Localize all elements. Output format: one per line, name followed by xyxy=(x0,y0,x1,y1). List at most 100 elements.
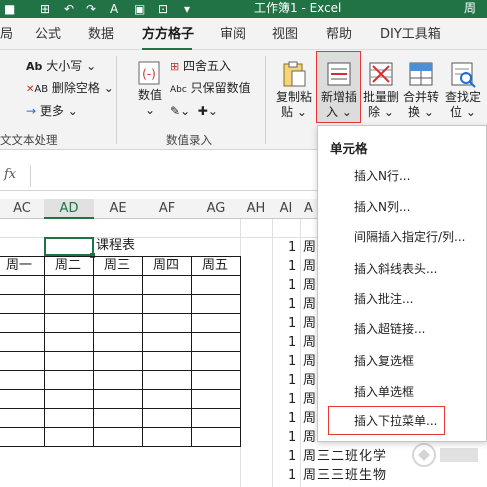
image-icon[interactable]: ▣ xyxy=(134,1,145,17)
chevron-down-icon: ⌄ xyxy=(383,105,394,119)
day-header: 周三 xyxy=(104,258,131,273)
chevron-down-icon: ⌄ xyxy=(341,105,352,119)
column-header[interactable]: AC xyxy=(0,199,44,219)
more-label: 更多 xyxy=(39,104,64,118)
find-locate-button[interactable]: 查找定 位 ⌄ xyxy=(441,56,485,126)
cell-number: 1 xyxy=(288,449,297,464)
menu-item-insert-radio[interactable]: 插入单选框 xyxy=(354,384,414,400)
tab-layout[interactable]: 局 xyxy=(0,27,13,43)
insert-label-1: 新增插 xyxy=(320,90,357,104)
keep-value-button[interactable]: Abc 只保留数值 xyxy=(170,80,251,98)
more-icon: → xyxy=(26,104,37,118)
schedule-row: 周三二班化学 xyxy=(303,449,388,464)
round-label: 四舍五入 xyxy=(183,59,232,73)
edit-tools[interactable]: ✎⌄ ✚⌄ xyxy=(170,103,218,119)
column-header-selected[interactable]: AD xyxy=(44,199,94,219)
merge-convert-label-1: 合并转 xyxy=(402,90,439,104)
column-header[interactable]: AI xyxy=(272,199,300,219)
menu-item-insert-checkbox[interactable]: 插入复选框 xyxy=(354,353,414,369)
merge-convert-button[interactable]: 合并转 换 ⌄ xyxy=(399,56,443,126)
remove-spaces-button[interactable]: ✕AB 删除空格 ⌄ xyxy=(26,80,114,98)
cell-number: 1 xyxy=(288,297,297,312)
menu-item-diagonal-header[interactable]: 插入斜线表头... xyxy=(354,261,437,277)
active-cell[interactable] xyxy=(44,237,94,256)
find-locate-label-1: 查找定 xyxy=(444,90,481,104)
cell-label: 周 xyxy=(303,259,317,274)
find-icon xyxy=(451,62,476,88)
font-icon[interactable]: A xyxy=(110,1,118,17)
tab-data[interactable]: 数据 xyxy=(88,27,114,43)
tab-help[interactable]: 帮助 xyxy=(326,27,352,43)
column-header[interactable]: A xyxy=(300,199,317,219)
remove-spaces-label: 删除空格 xyxy=(51,81,100,95)
round-button[interactable]: ⊞ 四舍五入 xyxy=(170,58,231,75)
menu-item-insert-hyperlink[interactable]: 插入超链接... xyxy=(354,321,425,337)
schedule-title: 课程表 xyxy=(96,238,136,253)
cell-number: 1 xyxy=(288,411,297,426)
delete-icon xyxy=(369,62,393,86)
menu-item-insert-rows[interactable]: 插入N行... xyxy=(354,168,410,184)
title-bar: ■ ⊞ ↶ ↷ A ▣ ⊡ ▾ 工作簿1 - Excel 周 xyxy=(0,0,487,18)
tab-diy-toolbox[interactable]: DIY工具箱 xyxy=(380,27,441,43)
autosave-icon[interactable]: ■ xyxy=(4,1,15,17)
cell-number: 1 xyxy=(288,259,297,274)
case-button[interactable]: Ab 大小写 ⌄ xyxy=(26,58,96,75)
insert-dropdown-menu: 单元格 插入N行... 插入N列... 间隔插入指定行/列... 插入斜线表头.… xyxy=(317,125,487,442)
cell-label: 周 xyxy=(303,392,317,407)
insert-button[interactable]: 新增插 入 ⌄ xyxy=(317,56,361,126)
user-name[interactable]: 周 xyxy=(464,0,476,16)
cell-number: 1 xyxy=(288,430,297,445)
cell-label: 周 xyxy=(303,278,317,293)
insert-label-2: 入 xyxy=(326,105,339,119)
value-button[interactable]: (-) 数值 ⌄ xyxy=(128,56,172,126)
save-icon[interactable]: ⊞ xyxy=(40,1,50,17)
cell-number: 1 xyxy=(288,392,297,407)
ribbon-tabs: 局 公式 数据 方方格子 审阅 视图 帮助 DIY工具箱 xyxy=(0,18,487,50)
column-header[interactable]: AE xyxy=(94,199,142,219)
merge-icon xyxy=(409,62,433,86)
tab-view[interactable]: 视图 xyxy=(272,27,298,43)
cell-label: 周 xyxy=(303,411,317,426)
format-icon[interactable]: ⊡ xyxy=(158,1,168,17)
menu-item-insert-dropdown[interactable]: 插入下拉菜单... xyxy=(354,413,437,429)
chevron-down-icon: ⌄ xyxy=(86,59,97,73)
tab-review[interactable]: 审阅 xyxy=(220,27,246,43)
column-header[interactable]: AG xyxy=(192,199,240,219)
cell-number: 1 xyxy=(288,278,297,293)
day-header: 周五 xyxy=(202,258,229,273)
day-header: 周一 xyxy=(6,258,33,273)
window-title: 工作簿1 - Excel xyxy=(254,1,342,15)
cell-label: 周 xyxy=(303,354,317,369)
cell-number: 1 xyxy=(288,335,297,350)
tab-fangfanggezi[interactable]: 方方格子 xyxy=(142,27,194,43)
redo-icon[interactable]: ↷ xyxy=(86,1,96,17)
qat-dropdown-icon[interactable]: ▾ xyxy=(184,1,190,17)
find-locate-label-2: 位 xyxy=(450,105,463,119)
insert-icon xyxy=(327,62,351,86)
tab-formulas[interactable]: 公式 xyxy=(35,27,61,43)
day-header: 周四 xyxy=(153,258,180,273)
cell-number: 1 xyxy=(288,354,297,369)
value-icon: (-) xyxy=(138,61,160,85)
chevron-down-icon: ⌄ xyxy=(67,104,78,118)
chevron-down-icon: ⌄ xyxy=(180,104,191,118)
menu-item-insert-columns[interactable]: 插入N列... xyxy=(354,199,410,215)
cell-label: 周 xyxy=(303,297,317,312)
dropdown-section-title: 单元格 xyxy=(330,141,368,156)
column-header[interactable]: AH xyxy=(240,199,272,219)
case-label: 大小写 xyxy=(46,59,83,73)
cell-number: 1 xyxy=(288,316,297,331)
text-group-label: 文文本处理 xyxy=(0,133,58,147)
fx-icon[interactable]: fx xyxy=(4,167,16,182)
copy-paste-label-1: 复制粘 xyxy=(275,90,312,104)
undo-icon[interactable]: ↶ xyxy=(64,1,74,17)
column-header[interactable]: AF xyxy=(142,199,192,219)
copy-paste-label-2: 贴 xyxy=(281,105,294,119)
plus-icon[interactable]: ✚ xyxy=(198,104,208,118)
menu-item-insert-comment[interactable]: 插入批注... xyxy=(354,291,413,307)
more-button[interactable]: → 更多 ⌄ xyxy=(26,103,78,119)
keep-value-label: 只保留数值 xyxy=(190,81,251,95)
menu-item-interval-insert[interactable]: 间隔插入指定行/列... xyxy=(354,229,466,245)
copy-paste-button[interactable]: 复制粘 贴 ⌄ xyxy=(272,56,316,126)
batch-delete-button[interactable]: 批量删 除 ⌄ xyxy=(359,56,403,126)
